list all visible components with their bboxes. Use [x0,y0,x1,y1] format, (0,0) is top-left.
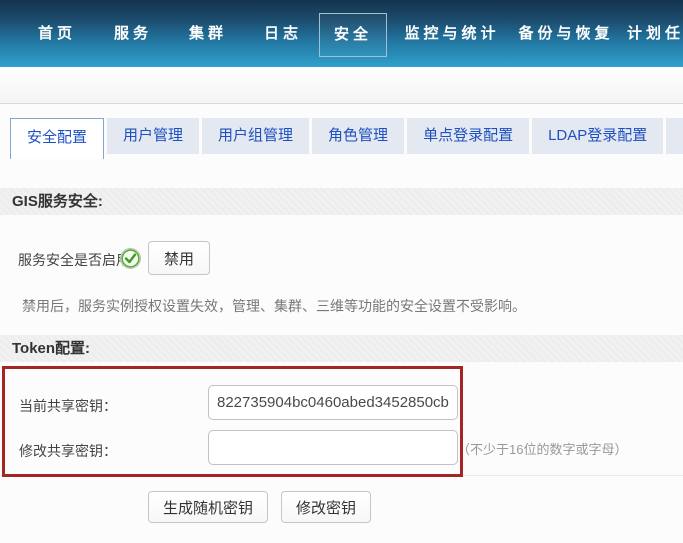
nav-item-services[interactable]: 服务 [114,0,152,67]
modify-key-button[interactable]: 修改密钥 [281,491,371,523]
nav-item-monitoring[interactable]: 监控与统计 [404,0,499,67]
generate-random-key-button[interactable]: 生成随机密钥 [148,491,268,523]
tab-user-management[interactable]: 用户管理 [107,118,199,154]
tab-strip: 安全配置 用户管理 用户组管理 角色管理 单点登录配置 LDAP登录配置 第 [0,118,683,159]
new-shared-key-label: 修改共享密钥： [19,441,117,461]
gis-security-section-header: GIS服务安全: [0,188,683,215]
nav-item-home[interactable]: 首页 [38,0,76,67]
tab-security-config[interactable]: 安全配置 [10,118,104,159]
token-section-header: Token配置: [0,335,683,362]
top-navbar: 首页 服务 集群 日志 安全 监控与统计 备份与恢复 计划任务 [0,0,683,67]
current-shared-key-input[interactable] [208,385,458,420]
key-format-hint: （不少于16位的数字或字母） [457,439,627,458]
tab-thirdparty-config-partial[interactable]: 第 [666,118,683,154]
disable-button[interactable]: 禁用 [148,241,210,275]
nav-item-backup[interactable]: 备份与恢复 [518,0,613,67]
current-shared-key-label: 当前共享密钥： [19,396,117,416]
subheader-band [0,67,683,104]
tab-usergroup-management[interactable]: 用户组管理 [202,118,309,154]
nav-item-security[interactable]: 安全 [319,13,387,57]
tab-ldap-config[interactable]: LDAP登录配置 [532,118,663,154]
page: 首页 服务 集群 日志 安全 监控与统计 备份与恢复 计划任务 安全配置 用户管… [0,0,683,543]
disable-note-text: 禁用后，服务实例授权设置失效，管理、集群、三维等功能的安全设置不受影响。 [22,296,526,316]
nav-item-cluster[interactable]: 集群 [189,0,227,67]
tab-role-management[interactable]: 角色管理 [312,118,404,154]
tab-sso-config[interactable]: 单点登录配置 [407,118,529,154]
new-shared-key-input[interactable] [208,430,458,465]
highlight-red-box: 当前共享密钥： 修改共享密钥： [2,366,463,477]
nav-item-tasks[interactable]: 计划任务 [627,0,683,67]
nav-item-logs[interactable]: 日志 [264,0,302,67]
green-check-icon [119,247,142,270]
